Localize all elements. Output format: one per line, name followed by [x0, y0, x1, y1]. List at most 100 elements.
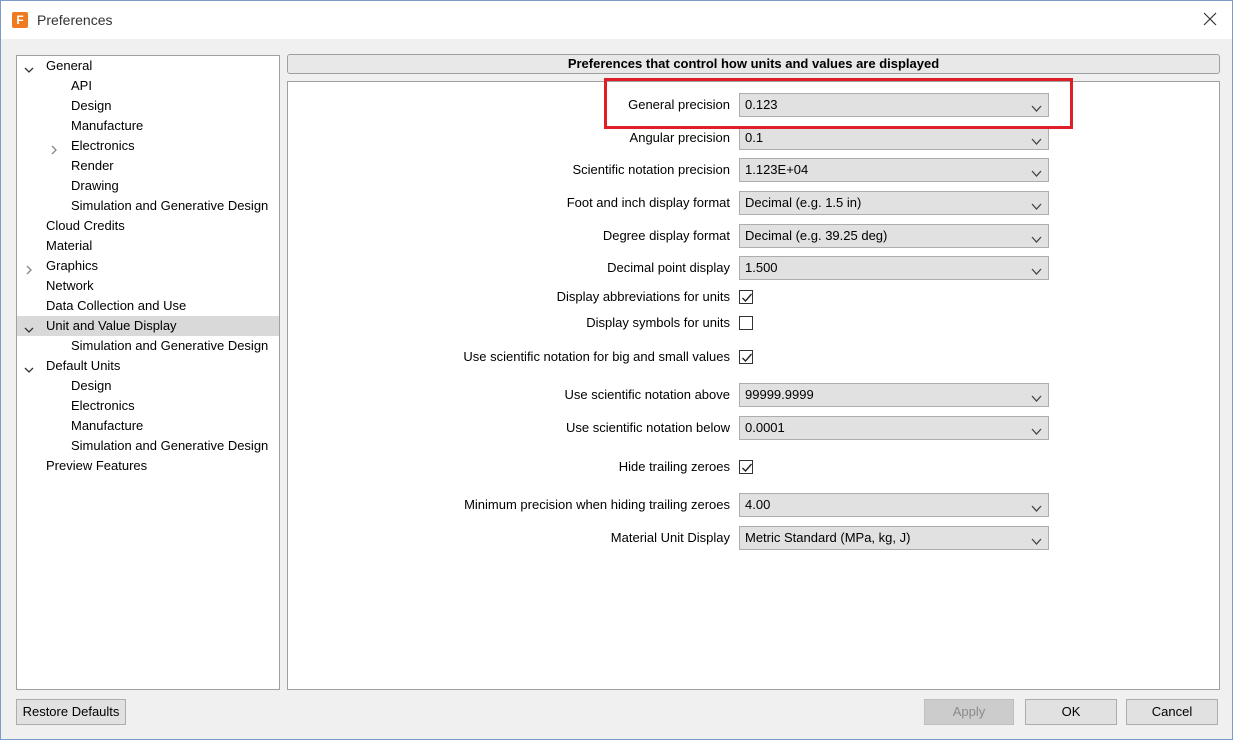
tree-item-label: API	[71, 78, 92, 93]
setting-label: Material Unit Display	[610, 530, 730, 545]
setting-label: Display abbreviations for units	[556, 289, 730, 304]
tree-item-label: Network	[46, 278, 94, 293]
setting-label: Decimal point display	[607, 260, 730, 275]
setting-dropdown[interactable]: 1.500	[739, 256, 1049, 280]
chevron-down-icon	[1031, 134, 1042, 145]
setting-label: Minimum precision when hiding trailing z…	[464, 497, 730, 512]
dropdown-value: 99999.9999	[745, 387, 814, 402]
dropdown-value: Decimal (e.g. 1.5 in)	[745, 195, 862, 210]
setting-label: Angular precision	[629, 130, 730, 145]
tree-item[interactable]: Simulation and Generative Design	[17, 436, 279, 456]
tree-item[interactable]: Material	[17, 236, 279, 256]
dropdown-value: 0.0001	[745, 420, 785, 435]
tree-item[interactable]: Manufacture	[17, 416, 279, 436]
tree-item[interactable]: Default Units	[17, 356, 279, 376]
tree-item-label: Electronics	[71, 398, 135, 413]
tree-item-label: Design	[71, 98, 112, 113]
tree-item-label: Data Collection and Use	[46, 298, 187, 313]
setting-dropdown[interactable]: Decimal (e.g. 39.25 deg)	[739, 224, 1049, 248]
preferences-tree[interactable]: General API Design Manufacture Electronics Re…	[16, 55, 280, 690]
chevron-down-icon	[1031, 534, 1042, 545]
restore-defaults-button[interactable]: Restore Defaults	[16, 699, 126, 725]
setting-checkbox[interactable]	[739, 350, 753, 364]
tree-item[interactable]: Cloud Credits	[17, 216, 279, 236]
setting-label: Scientific notation precision	[572, 162, 730, 177]
tree-item[interactable]: Simulation and Generative Design	[17, 336, 279, 356]
setting-checkbox[interactable]	[739, 316, 753, 330]
tree-item[interactable]: Unit and Value Display	[17, 316, 279, 336]
tree-item[interactable]: Render	[17, 156, 279, 176]
tree-item[interactable]: Manufacture	[17, 116, 279, 136]
apply-button[interactable]: Apply	[924, 699, 1014, 725]
tree-item-label: Simulation and Generative Design	[71, 338, 269, 353]
chevron-down-icon	[1031, 264, 1042, 275]
chevron-down-icon[interactable]	[24, 361, 34, 373]
tree-item-label: General	[46, 58, 93, 73]
setting-dropdown[interactable]: 4.00	[739, 493, 1049, 517]
setting-checkbox[interactable]	[739, 460, 753, 474]
app-logo-icon: F	[12, 12, 28, 28]
tree-item[interactable]: Drawing	[17, 176, 279, 196]
tree-item[interactable]: Preview Features	[17, 456, 279, 476]
tree-item-label: Material	[46, 238, 93, 253]
setting-label: Use scientific notation below	[565, 420, 730, 435]
chevron-down-icon	[1031, 232, 1042, 243]
setting-dropdown[interactable]: 0.0001	[739, 416, 1049, 440]
ok-button[interactable]: OK	[1025, 699, 1117, 725]
tree-item-label: Preview Features	[46, 458, 148, 473]
setting-label: Display symbols for units	[586, 315, 730, 330]
tree-item[interactable]: Simulation and Generative Design	[17, 196, 279, 216]
tree-item[interactable]: Network	[17, 276, 279, 296]
chevron-right-icon[interactable]	[49, 141, 59, 155]
setting-dropdown[interactable]: 99999.9999	[739, 383, 1049, 407]
setting-label: Use scientific notation above	[564, 387, 730, 402]
tree-item-label: Graphics	[46, 258, 99, 273]
tree-item-label: Manufacture	[71, 418, 144, 433]
dropdown-value: Metric Standard (MPa, kg, J)	[745, 530, 911, 545]
setting-dropdown[interactable]: Metric Standard (MPa, kg, J)	[739, 526, 1049, 550]
dropdown-value: 1.123E+04	[745, 162, 809, 177]
close-icon[interactable]	[1200, 9, 1220, 29]
tree-item-label: Simulation and Generative Design	[71, 198, 269, 213]
tree-item-label: Electronics	[71, 138, 135, 153]
panel-header: Preferences that control how units and v…	[287, 54, 1220, 74]
title-bar[interactable]: F Preferences	[1, 1, 1232, 39]
tree-item-label: Manufacture	[71, 118, 144, 133]
tree-item-label: Render	[71, 158, 114, 173]
chevron-down-icon	[1031, 166, 1042, 177]
chevron-down-icon	[1031, 391, 1042, 402]
setting-dropdown[interactable]: Decimal (e.g. 1.5 in)	[739, 191, 1049, 215]
chevron-down-icon	[1031, 424, 1042, 435]
tree-item[interactable]: API	[17, 76, 279, 96]
tree-item-label: Simulation and Generative Design	[71, 438, 269, 453]
setting-label: Foot and inch display format	[566, 195, 730, 210]
tree-item-label: Cloud Credits	[46, 218, 125, 233]
tree-item[interactable]: Design	[17, 96, 279, 116]
dropdown-value: 0.1	[745, 130, 764, 145]
setting-dropdown[interactable]: 1.123E+04	[739, 158, 1049, 182]
cancel-button[interactable]: Cancel	[1126, 699, 1218, 725]
setting-checkbox[interactable]	[739, 290, 753, 304]
setting-dropdown[interactable]: 0.1	[739, 126, 1049, 150]
tree-item[interactable]: Electronics	[17, 136, 279, 156]
setting-label: Degree display format	[602, 228, 730, 243]
tree-item[interactable]: Data Collection and Use	[17, 296, 279, 316]
tree-item-label: Drawing	[71, 178, 119, 193]
chevron-down-icon	[1031, 501, 1042, 512]
dropdown-value: Decimal (e.g. 39.25 deg)	[745, 228, 888, 243]
tree-item[interactable]: Graphics	[17, 256, 279, 276]
setting-label: Hide trailing zeroes	[618, 459, 730, 474]
dropdown-value: 4.00	[745, 497, 771, 512]
chevron-down-icon[interactable]	[24, 321, 34, 333]
chevron-down-icon[interactable]	[24, 61, 34, 73]
highlight-box	[604, 78, 1073, 129]
tree-item[interactable]: General	[17, 56, 279, 76]
window-title: Preferences	[37, 12, 113, 28]
chevron-down-icon	[1031, 199, 1042, 210]
preferences-dialog: F Preferences General API Design Manufactur…	[0, 0, 1233, 740]
dropdown-value: 1.500	[745, 260, 778, 275]
setting-label: Use scientific notation for big and smal…	[463, 349, 730, 364]
tree-item[interactable]: Design	[17, 376, 279, 396]
tree-item[interactable]: Electronics	[17, 396, 279, 416]
chevron-right-icon[interactable]	[24, 261, 34, 275]
